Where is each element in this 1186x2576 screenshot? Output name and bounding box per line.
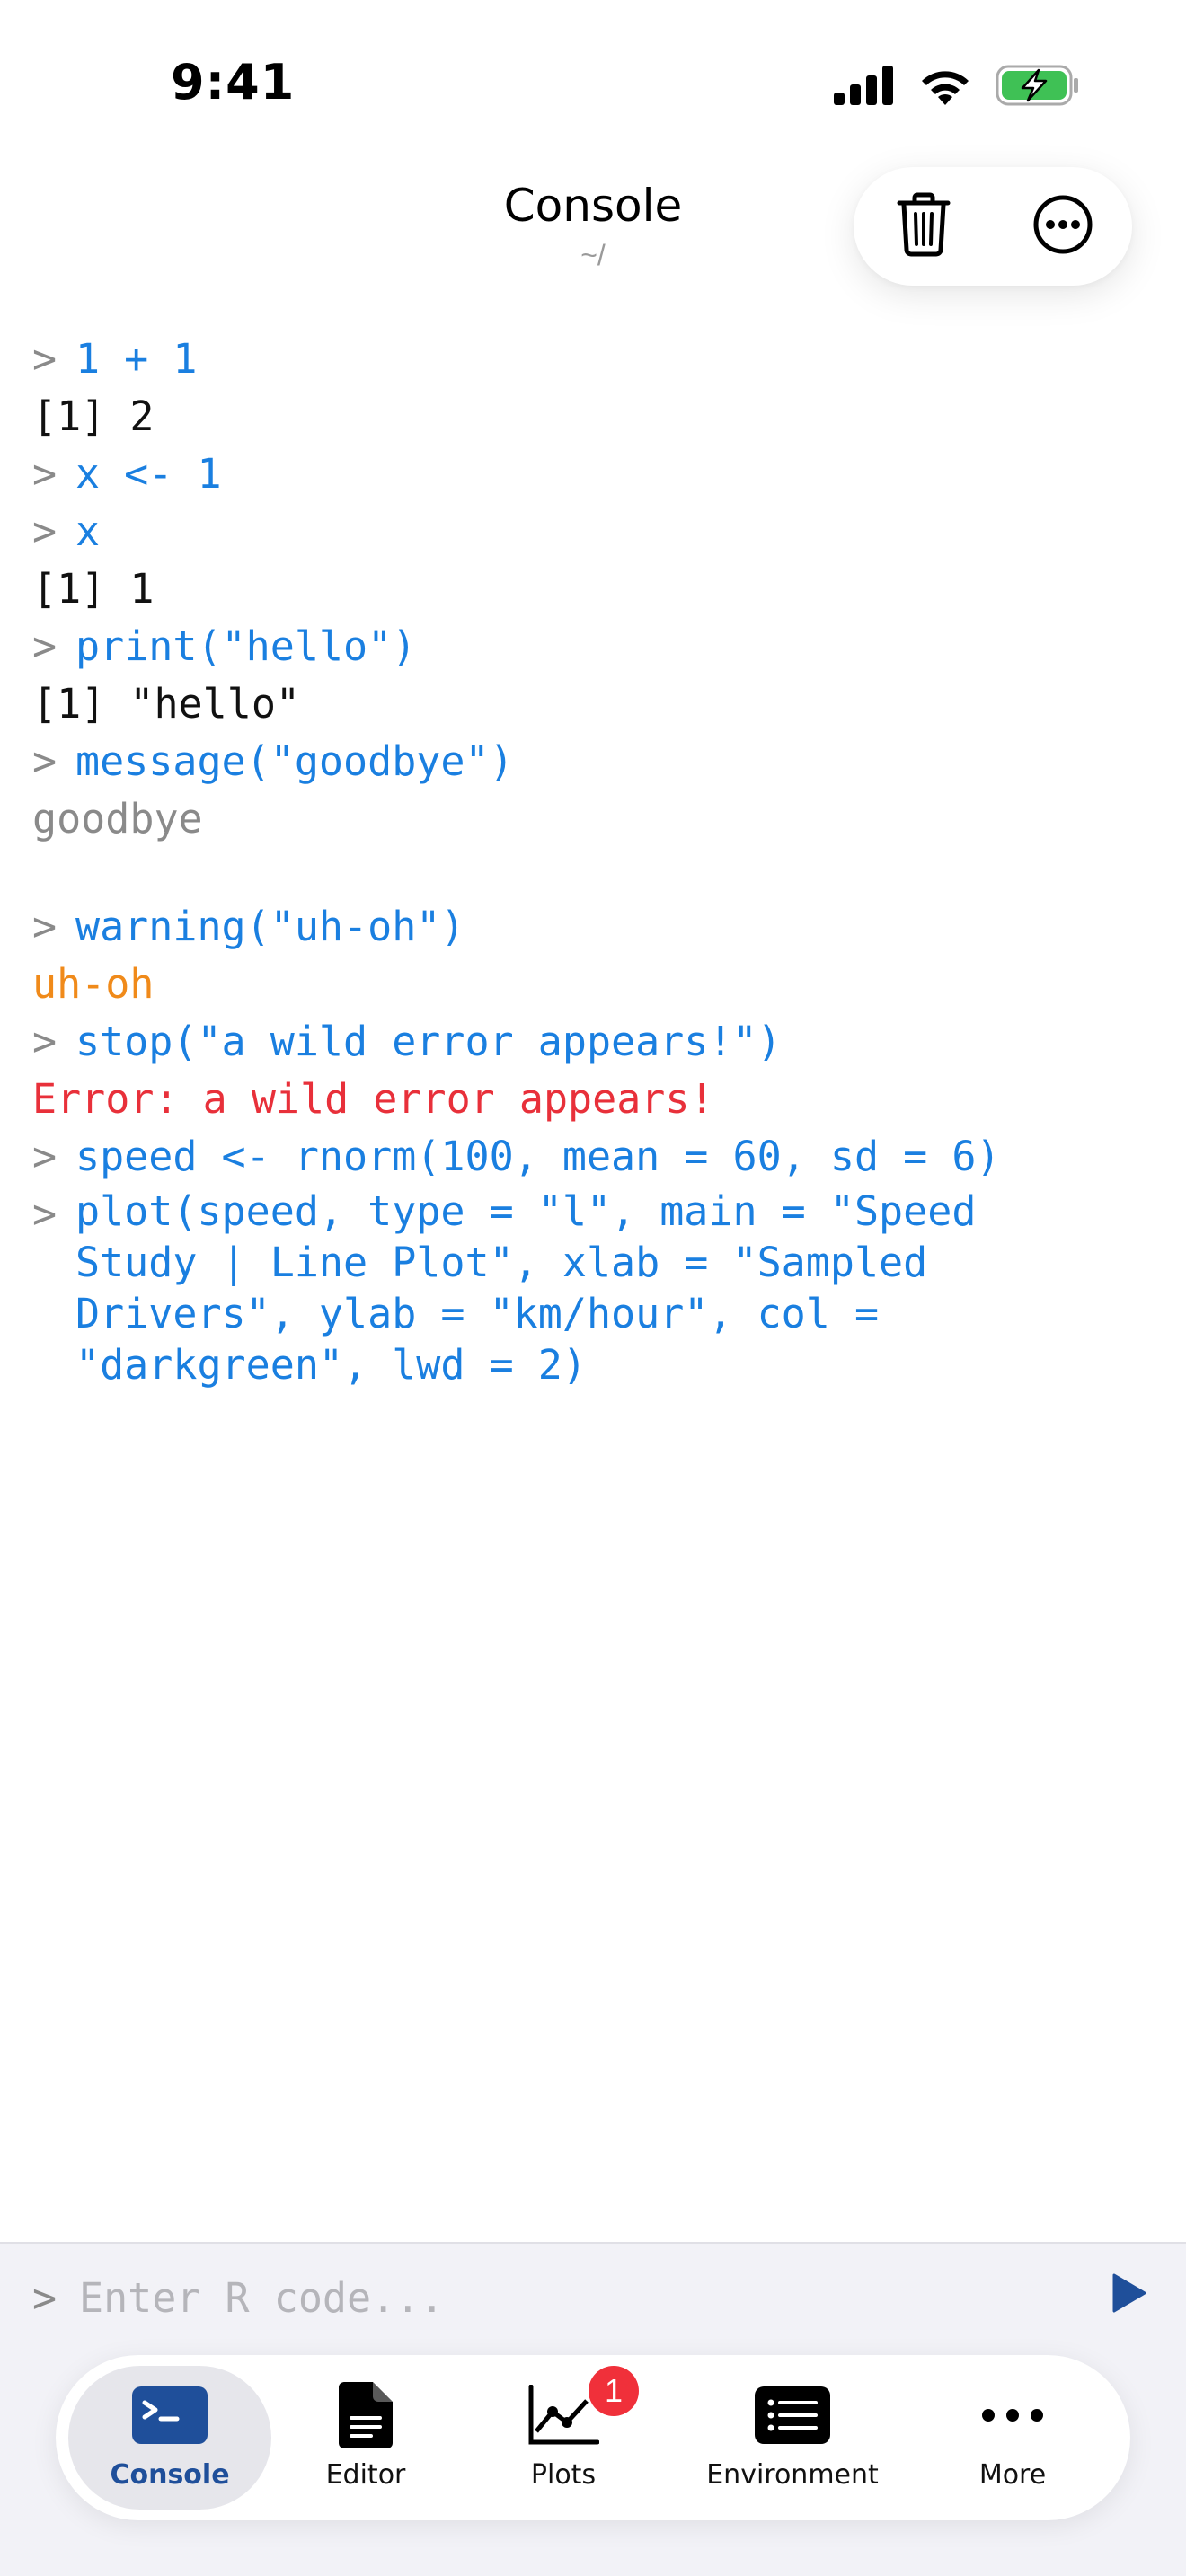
console-command: print("hello") [75,622,417,670]
console-output-text: [1] "hello" [32,680,301,728]
console-line: > plot(speed, type = "l", main = "Speed … [32,1186,1155,1390]
console-line: > warning("uh-oh") [32,898,1155,956]
tab-icon-wrap [755,2386,830,2450]
input-prompt: > [32,2273,58,2322]
console-prompt: > [32,335,58,383]
console-command: warning("uh-oh") [75,903,465,950]
console-line: > speed <- rnorm(100, mean = 60, sd = 6) [32,1128,1155,1186]
console-line: > print("hello") [32,618,1155,675]
console-command: message("goodbye") [75,737,514,785]
input-area: > Console [0,2242,1186,2576]
console-message-text: goodbye [32,795,203,842]
console-output-text: [1] 2 [32,393,155,440]
document-icon [339,2382,393,2453]
cellular-signal-icon [834,66,895,110]
console-line: > stop("a wild error appears!") [32,1013,1155,1071]
console-command: plot(speed, type = "l", main = "Speed St… [75,1187,1001,1389]
list-icon [755,2386,830,2448]
tab-more[interactable]: More [927,2366,1098,2510]
console-line: > x [32,503,1155,560]
console-prompt: > [32,1018,58,1065]
play-icon [1111,2273,1146,2323]
trash-icon [896,192,951,261]
console-line: [1] 2 [32,388,1155,446]
tab-icon-wrap [132,2386,208,2450]
console-error-text: Error: a wild error appears! [32,1075,714,1123]
terminal-icon [132,2386,208,2448]
console-prompt: > [32,507,58,555]
console-prompt: > [32,1133,58,1180]
console-line: [1] 1 [32,560,1155,618]
tab-label: Environment [706,2458,879,2491]
console-line: > 1 + 1 [32,331,1155,388]
console-command: stop("a wild error appears!") [75,1018,782,1065]
console-line: [1] "hello" [32,675,1155,733]
console-prompt: > [32,622,58,670]
code-input-row: > [32,2271,1155,2325]
tab-console[interactable]: Console [68,2366,271,2510]
status-bar: 9:41 [0,0,1186,171]
tab-label: Plots [530,2458,597,2491]
tab-icon-wrap [981,2386,1044,2450]
tab-icon-wrap: 1 [527,2365,639,2450]
console-command: x <- 1 [75,450,222,498]
more-circle-icon [1032,194,1093,260]
tab-editor[interactable]: Editor [280,2366,451,2510]
console-line: goodbye [32,790,1155,848]
console-output-text: [1] 1 [32,565,155,613]
console-command: 1 + 1 [75,335,198,383]
console-prompt: > [32,1190,58,1238]
tab-plots[interactable]: 1 Plots [478,2365,649,2510]
console-spacer [32,848,1155,898]
console-command: x [75,507,101,555]
wifi-icon [918,66,972,110]
console-command: speed <- rnorm(100, mean = 60, sd = 6) [75,1133,1001,1180]
status-icons [834,65,1080,110]
console-prompt: > [32,903,58,950]
clear-console-button[interactable] [883,186,964,267]
console-line: Error: a wild error appears! [32,1071,1155,1128]
tab-icon-wrap [339,2382,393,2450]
status-time: 9:41 [171,54,296,110]
console-prompt: > [32,737,58,785]
tab-environment[interactable]: Environment [676,2366,909,2510]
console-line: uh-oh [32,956,1155,1013]
code-input[interactable] [79,2273,1102,2322]
header-actions [854,167,1132,286]
battery-charging-icon [996,65,1080,110]
run-button[interactable] [1102,2271,1155,2325]
console-prompt: > [32,450,58,498]
console-output[interactable]: > 1 + 1 [1] 2 > x <- 1 > x [1] 1 > print… [32,331,1155,1390]
ellipsis-icon [981,2406,1044,2429]
tab-label: Editor [325,2458,406,2491]
tab-label: More [978,2458,1047,2491]
console-line: > x <- 1 [32,446,1155,503]
console-warning-text: uh-oh [32,960,155,1008]
more-options-button[interactable] [1022,186,1103,267]
tab-bar: Console Editor 1 Plots Environment More [56,2355,1130,2520]
plots-badge: 1 [589,2365,639,2416]
console-line: > message("goodbye") [32,733,1155,790]
tab-label: Console [110,2458,230,2491]
